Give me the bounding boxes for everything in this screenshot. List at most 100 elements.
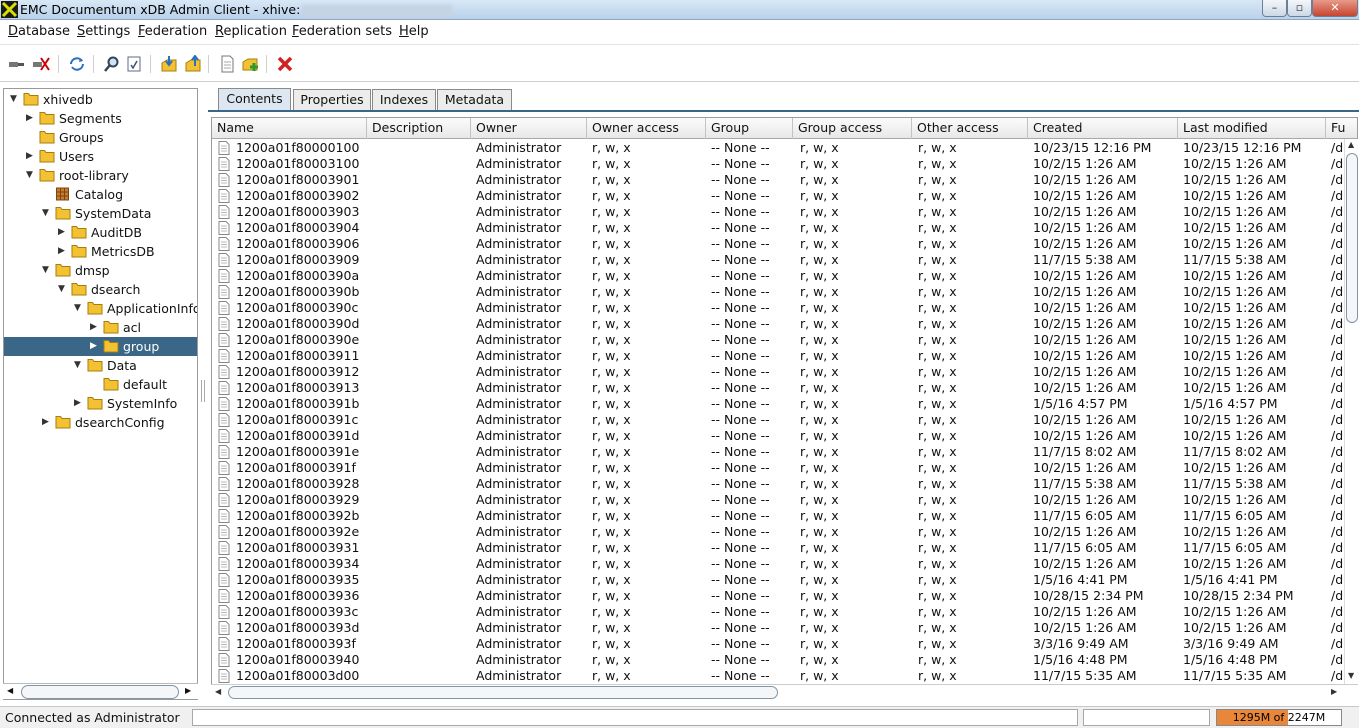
menu-federation-sets[interactable]: Federation sets [292, 24, 392, 39]
tree-item-segments[interactable]: ▶ Segments [4, 109, 197, 128]
menu-federation[interactable]: Federation [138, 24, 207, 39]
table-row[interactable]: 1200a01f80003909 Administrator r, w, x -- N… [212, 252, 1343, 268]
table-row[interactable]: 1200a01f80003901 Administrator r, w, x -- N… [212, 172, 1343, 188]
table-row[interactable]: 1200a01f80000100 Administrator r, w, x -- N… [212, 140, 1343, 156]
table-row[interactable]: 1200a01f80003906 Administrator r, w, x -- N… [212, 236, 1343, 252]
maximize-button[interactable]: ▫ [1287, 0, 1312, 17]
expand-icon[interactable]: ▶ [90, 341, 99, 351]
table-row[interactable]: 1200a01f80003913 Administrator r, w, x -- N… [212, 380, 1343, 396]
tree-item-xhivedb[interactable]: ▼ xhivedb [4, 90, 197, 109]
delete-icon[interactable] [276, 55, 294, 73]
tab-metadata[interactable]: Metadata [437, 89, 512, 110]
expand-icon[interactable]: ▶ [42, 417, 51, 427]
tree-item-systeminfo[interactable]: ▶ SystemInfo [4, 394, 197, 413]
table-row[interactable]: 1200a01f8000392e Administrator r, w, x -- N… [212, 524, 1343, 540]
collapse-icon[interactable]: ▼ [42, 265, 51, 275]
tree-item-dsearch[interactable]: ▼ dsearch [4, 280, 197, 299]
tree-item-acl[interactable]: ▶ acl [4, 318, 197, 337]
scroll-down-icon[interactable]: ▼ [1348, 671, 1354, 680]
scroll-left-icon[interactable]: ◀ [7, 686, 13, 695]
table-row[interactable]: 1200a01f80003936 Administrator r, w, x -- N… [212, 588, 1343, 604]
table-row[interactable]: 1200a01f80003928 Administrator r, w, x -- N… [212, 476, 1343, 492]
refresh-icon[interactable] [68, 55, 86, 73]
tree-item-groups[interactable]: Groups [4, 128, 197, 147]
table-row[interactable]: 1200a01f80003940 Administrator r, w, x -- N… [212, 652, 1343, 668]
table-row[interactable]: 1200a01f80003912 Administrator r, w, x -- N… [212, 364, 1343, 380]
tree-item-catalog[interactable]: Catalog [4, 185, 197, 204]
table-row[interactable]: 1200a01f80003931 Administrator r, w, x -- N… [212, 540, 1343, 556]
tree-item-dmsp[interactable]: ▼ dmsp [4, 261, 197, 280]
column-header-fu[interactable]: Fu [1326, 118, 1357, 139]
minimize-button[interactable]: – [1262, 0, 1287, 17]
tab-indexes[interactable]: Indexes [372, 89, 436, 110]
scroll-right-icon[interactable]: ▶ [185, 686, 191, 695]
table-row[interactable]: 1200a01f8000390c Administrator r, w, x -- N… [212, 300, 1343, 316]
collapse-icon[interactable]: ▼ [10, 94, 19, 104]
tree-item-auditdb[interactable]: ▶ AuditDB [4, 223, 197, 242]
table-horizontal-scrollbar[interactable]: ◀ ▶ [211, 684, 1358, 699]
export-icon[interactable] [184, 54, 202, 73]
table-row[interactable]: 1200a01f8000391e Administrator r, w, x -- N… [212, 444, 1343, 460]
connect-icon[interactable] [8, 55, 26, 73]
panel-splitter[interactable] [201, 380, 205, 402]
table-row[interactable]: 1200a01f80003100 Administrator r, w, x -- N… [212, 156, 1343, 172]
table-row[interactable]: 1200a01f80003929 Administrator r, w, x -- N… [212, 492, 1343, 508]
expand-icon[interactable]: ▶ [58, 227, 67, 237]
column-header-other-access[interactable]: Other access [912, 118, 1028, 139]
new-document-icon[interactable] [218, 55, 236, 73]
query-icon[interactable] [125, 55, 143, 73]
column-header-owner-access[interactable]: Owner access [587, 118, 706, 139]
expand-icon[interactable]: ▶ [26, 113, 35, 123]
tree-item-systemdata[interactable]: ▼ SystemData [4, 204, 197, 223]
table-row[interactable]: 1200a01f8000390a Administrator r, w, x -- N… [212, 268, 1343, 284]
table-row[interactable]: 1200a01f8000390b Administrator r, w, x -- N… [212, 284, 1343, 300]
disconnect-icon[interactable] [32, 55, 50, 73]
scroll-left-icon[interactable]: ◀ [215, 687, 221, 696]
column-header-name[interactable]: Name [212, 118, 367, 139]
table-row[interactable]: 1200a01f8000391f Administrator r, w, x -- N… [212, 460, 1343, 476]
table-row[interactable]: 1200a01f8000391d Administrator r, w, x -- N… [212, 428, 1343, 444]
tree-horizontal-scrollbar[interactable]: ◀ ▶ [3, 683, 198, 699]
table-row[interactable]: 1200a01f80003911 Administrator r, w, x -- N… [212, 348, 1343, 364]
column-header-last-modified[interactable]: Last modified [1178, 118, 1326, 139]
menu-settings[interactable]: Settings [77, 24, 130, 39]
find-icon[interactable] [102, 55, 120, 73]
column-header-group[interactable]: Group [706, 118, 793, 139]
tree-item-users[interactable]: ▶ Users [4, 147, 197, 166]
column-header-created[interactable]: Created [1028, 118, 1178, 139]
collapse-icon[interactable]: ▼ [26, 170, 35, 180]
table-row[interactable]: 1200a01f80003903 Administrator r, w, x -- N… [212, 204, 1343, 220]
table-row[interactable]: 1200a01f80003d00 Administrator r, w, x -- N… [212, 668, 1343, 684]
column-header-group-access[interactable]: Group access [793, 118, 912, 139]
table-row[interactable]: 1200a01f80003904 Administrator r, w, x -- N… [212, 220, 1343, 236]
table-row[interactable]: 1200a01f80003935 Administrator r, w, x -- N… [212, 572, 1343, 588]
table-row[interactable]: 1200a01f8000392b Administrator r, w, x -- N… [212, 508, 1343, 524]
collapse-icon[interactable]: ▼ [74, 303, 83, 313]
scroll-right-icon[interactable]: ▶ [1331, 687, 1337, 696]
table-row[interactable]: 1200a01f8000393c Administrator r, w, x -- N… [212, 604, 1343, 620]
table-row[interactable]: 1200a01f8000393f Administrator r, w, x -- N… [212, 636, 1343, 652]
tree-item-root-library[interactable]: ▼ root-library [4, 166, 197, 185]
add-library-icon[interactable] [242, 55, 260, 73]
close-button[interactable]: ✕ [1312, 0, 1358, 17]
import-icon[interactable] [160, 55, 178, 73]
tree-scroll-thumb[interactable] [21, 685, 179, 699]
expand-icon[interactable]: ▶ [90, 322, 99, 332]
tree-item-metricsdb[interactable]: ▶ MetricsDB [4, 242, 197, 261]
table-row[interactable]: 1200a01f8000390d Administrator r, w, x -- N… [212, 316, 1343, 332]
tree-item-data[interactable]: ▼ Data [4, 356, 197, 375]
collapse-icon[interactable]: ▼ [42, 208, 51, 218]
library-tree[interactable]: ▼ xhivedb ▶ Segments Groups ▶ Users ▼ root-libra… [3, 88, 198, 700]
table-row[interactable]: 1200a01f8000391b Administrator r, w, x -- N… [212, 396, 1343, 412]
menu-database[interactable]: Database [8, 24, 70, 39]
expand-icon[interactable]: ▶ [74, 398, 83, 408]
scroll-up-icon[interactable]: ▲ [1348, 140, 1354, 149]
collapse-icon[interactable]: ▼ [58, 284, 67, 294]
tree-item-default[interactable]: default [4, 375, 197, 394]
table-row[interactable]: 1200a01f80003934 Administrator r, w, x -- N… [212, 556, 1343, 572]
table-row[interactable]: 1200a01f8000390e Administrator r, w, x -- N… [212, 332, 1343, 348]
tree-item-applicationinfo[interactable]: ▼ ApplicationInfo [4, 299, 197, 318]
table-hscroll-thumb[interactable] [228, 686, 778, 699]
tree-item-dsearchconfig[interactable]: ▶ dsearchConfig [4, 413, 197, 432]
tree-item-group[interactable]: ▶ group [4, 337, 197, 356]
